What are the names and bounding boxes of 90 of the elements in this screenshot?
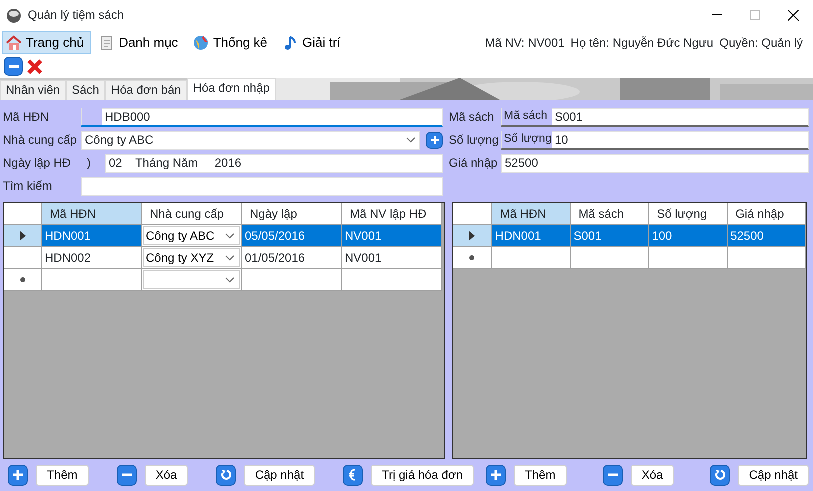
chevron-icon (406, 135, 416, 145)
chevron-icon (225, 252, 235, 262)
chevron-icon (225, 230, 235, 240)
action-button[interactable]: Xóa (144, 464, 188, 486)
field-label: Mã HĐN (3, 109, 50, 126)
app-icon (6, 7, 22, 23)
menu-item[interactable]: Danh mục (95, 30, 186, 54)
combo-cell[interactable]: Công ty ABC (142, 225, 242, 247)
column-header[interactable]: Giá nhập (728, 203, 806, 225)
action-button[interactable]: Trị giá hóa đơn (371, 464, 474, 486)
field-label: Ngày lập HĐ (3, 155, 72, 172)
house-icon (6, 34, 22, 50)
user-info-text: Quyền: Quản lý (720, 34, 803, 52)
note-icon (99, 34, 116, 50)
chevron-icon (225, 274, 235, 284)
table-cell: S001 (570, 225, 650, 247)
minus-button[interactable] (602, 464, 623, 486)
tab[interactable]: Hóa đơn nhập (187, 78, 276, 100)
row-header[interactable] (453, 247, 492, 269)
combo-cell[interactable] (142, 269, 242, 291)
table-cell: 100 (649, 225, 728, 247)
column-header[interactable]: Mã HĐN (492, 203, 571, 225)
menu-item[interactable]: Thống kê (189, 30, 275, 54)
close-icon[interactable] (788, 10, 799, 20)
refresh-button[interactable] (216, 464, 236, 486)
field-label: Nhà cung cấp (3, 132, 78, 149)
table-cell: HDN001 (492, 225, 571, 247)
date-field[interactable]: 02 Tháng Năm 2016 (105, 154, 443, 172)
current-row-icon (20, 230, 26, 240)
table-cell: 01/05/2016 (242, 247, 342, 269)
tab[interactable]: Nhân viên (0, 80, 66, 100)
user-info-text: Họ tên: Nguyễn Đức Ngưu (570, 34, 714, 52)
add-supplier-button[interactable] (426, 132, 443, 148)
tab[interactable]: Sách (66, 80, 106, 100)
minus-icon (8, 64, 18, 68)
row-header[interactable] (4, 269, 42, 291)
new-row-icon (469, 254, 476, 260)
plus-button[interactable] (8, 464, 28, 486)
music-note-icon (282, 34, 299, 50)
menu-item[interactable]: Trang chủ (2, 30, 92, 54)
column-header[interactable]: Ngày lập (242, 203, 342, 225)
table-cell: HDN002 (42, 247, 142, 269)
refresh-icon (714, 469, 726, 481)
currency-button[interactable] (343, 464, 364, 486)
field-label: Tìm kiếm (3, 178, 54, 195)
refresh-button[interactable] (710, 464, 730, 486)
column-header[interactable]: Mã HĐN (42, 203, 142, 225)
action-button[interactable]: Xóa (630, 464, 674, 486)
inner-label: Mã sách (502, 108, 552, 125)
refresh-icon (220, 469, 232, 481)
inner-label: Số lượng (502, 131, 552, 148)
minus-button[interactable] (116, 464, 137, 486)
input-field[interactable]: Số lượng 10 (501, 130, 809, 150)
table-cell: NV001 (342, 247, 442, 269)
column-header[interactable]: Mã NV lập HĐ (342, 203, 442, 225)
input-field[interactable]: 52500 (501, 154, 809, 172)
column-header[interactable]: Số lượng (649, 203, 728, 225)
tab[interactable]: Hóa đơn bán (105, 80, 188, 100)
field-label: Giá nhập (449, 155, 499, 172)
input-field[interactable]: Mã sách S001 (501, 108, 809, 126)
new-row-icon (20, 276, 26, 282)
plus-icon (430, 135, 440, 145)
table-cell: HDN001 (42, 225, 142, 247)
table-cell: NV001 (342, 225, 442, 247)
minimize-button[interactable] (4, 57, 23, 76)
action-button[interactable]: Thêm (514, 464, 567, 486)
date-prefix: ) (87, 155, 92, 172)
action-button[interactable]: Thêm (36, 464, 89, 486)
table-cell: 05/05/2016 (242, 225, 342, 247)
combo-cell[interactable]: Công ty XYZ (142, 247, 242, 269)
row-header[interactable] (453, 225, 492, 247)
current-row-icon (469, 230, 476, 240)
user-info-text: Mã NV: NV001 (485, 34, 565, 52)
supplier-dropdown[interactable]: Công ty ABC (81, 130, 420, 150)
table-cell: 52500 (728, 225, 806, 247)
column-header[interactable]: Mã sách (570, 203, 650, 225)
field-label: Mã sách (449, 109, 496, 126)
plus-button[interactable] (486, 464, 506, 486)
column-header[interactable]: Nhà cung cấp (142, 203, 242, 225)
window-title: Quản lý tiệm sách (28, 7, 124, 24)
plus-icon (12, 469, 24, 481)
globe-icon (193, 34, 210, 50)
plus-icon (490, 469, 502, 481)
row-header[interactable] (4, 225, 42, 247)
menu-item[interactable]: Giải trí (278, 30, 348, 54)
action-button[interactable]: Cập nhật (244, 464, 316, 486)
input-field[interactable]: HDB000 (81, 108, 443, 126)
field-label: Số lượng (449, 132, 500, 149)
action-button[interactable]: Cập nhật (738, 464, 809, 486)
input-field[interactable] (81, 176, 443, 196)
